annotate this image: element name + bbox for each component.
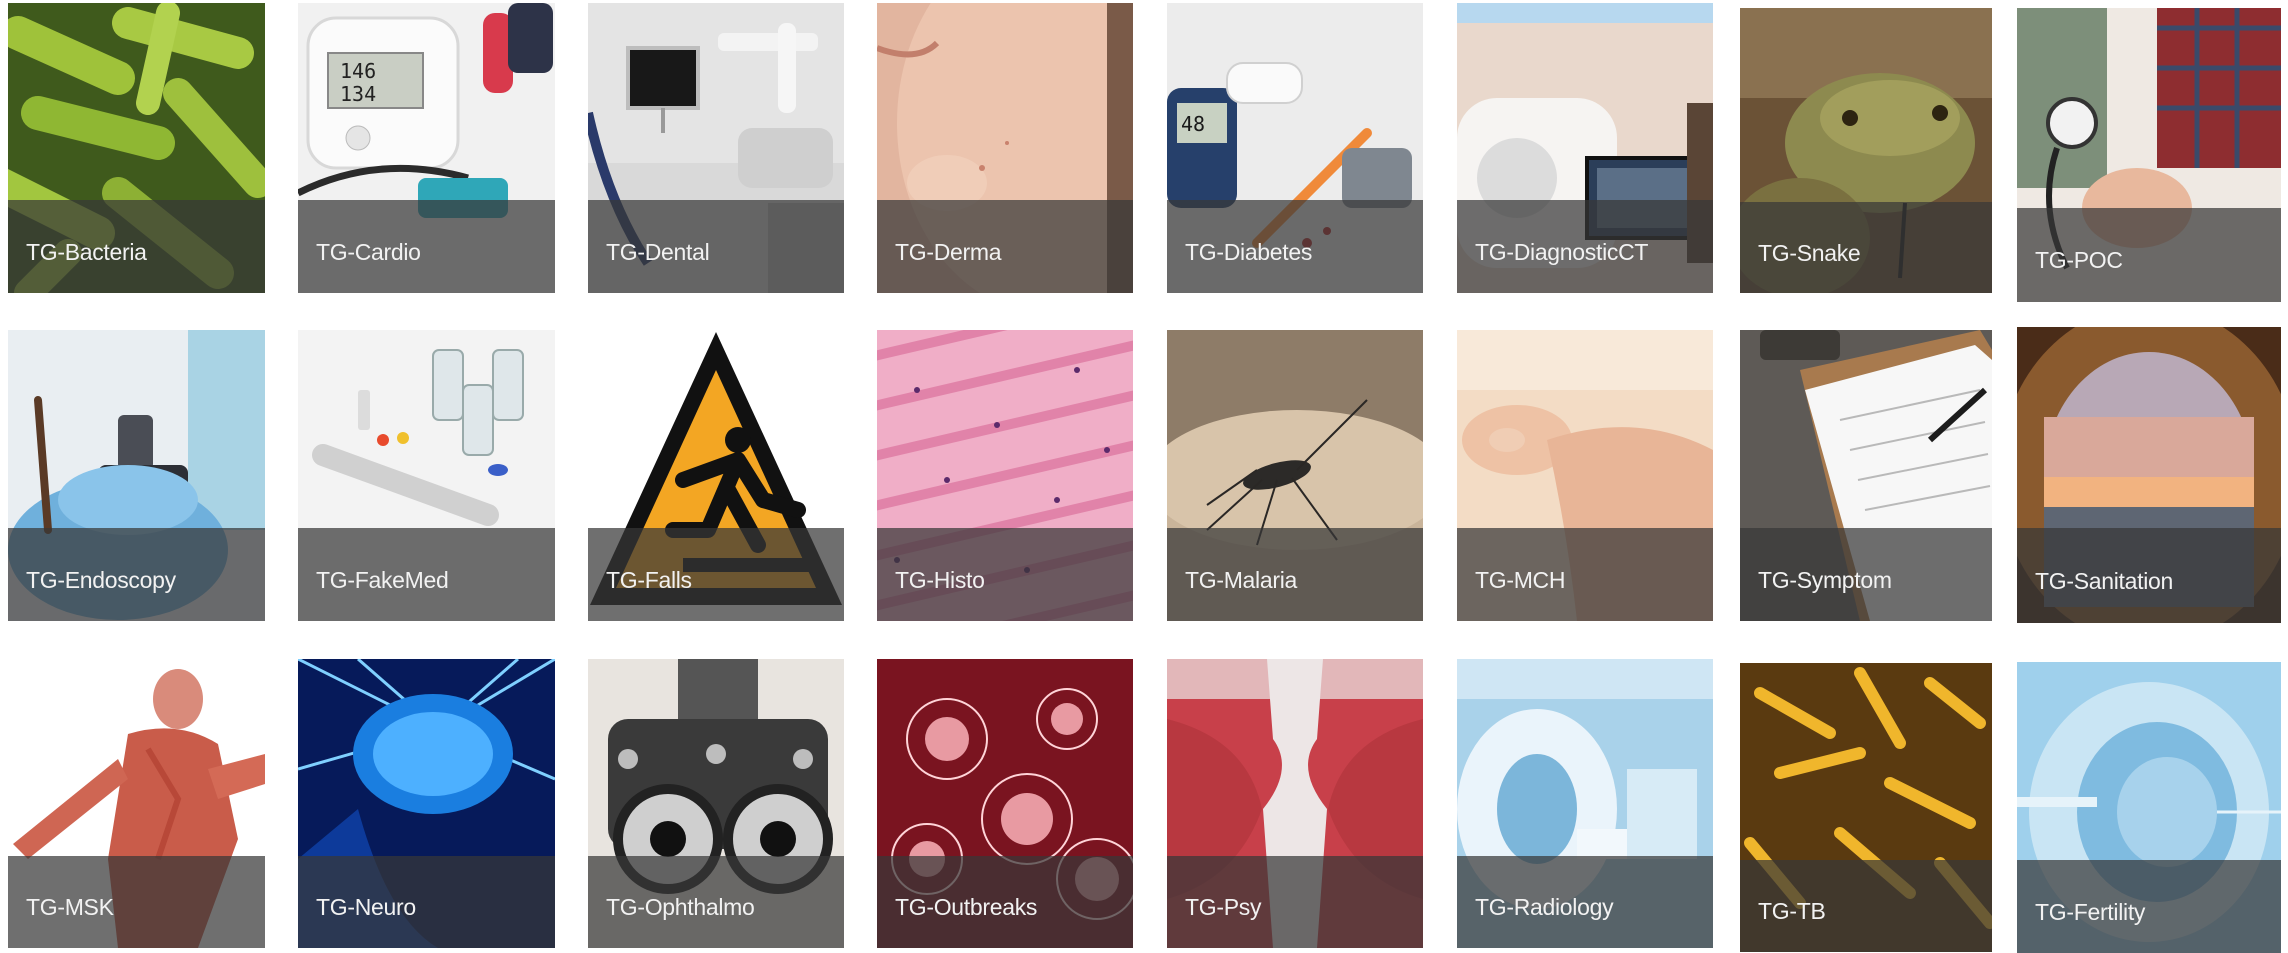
tile-tg-neuro[interactable]: TG-Neuro (298, 659, 555, 948)
tile-tg-falls[interactable]: TG-Falls (588, 330, 844, 621)
tile-tg-psy[interactable]: TG-Psy (1167, 659, 1423, 948)
tile-label: TG-Neuro (316, 894, 416, 921)
tile-label: TG-Cardio (316, 239, 421, 266)
tile-tg-mch[interactable]: TG-MCH (1457, 330, 1713, 621)
tile-label: TG-Bacteria (26, 239, 147, 266)
tile-label: TG-Outbreaks (895, 894, 1038, 921)
tile-label: TG-Dental (606, 239, 710, 266)
svg-text:146: 146 (340, 59, 376, 83)
tile-tg-snake[interactable]: TG-Snake (1740, 8, 1992, 293)
tile-tg-radiology[interactable]: TG-Radiology (1457, 659, 1713, 948)
tile-tg-derma[interactable]: TG-Derma (877, 3, 1133, 293)
tile-label: TG-Malaria (1185, 566, 1298, 593)
svg-text:134: 134 (340, 82, 376, 106)
tile-tg-dental[interactable]: TG-Dental (588, 3, 844, 293)
tile-tg-tb[interactable]: TG-TB (1740, 663, 1992, 952)
tile-tg-ophthalmo[interactable]: TG-Ophthalmo (588, 659, 844, 948)
tile-label: TG-POC (2035, 247, 2123, 274)
tile-tg-symptom[interactable]: TG-Symptom (1740, 330, 1992, 621)
tile-label: TG-Ophthalmo (606, 894, 755, 921)
tile-tg-malaria[interactable]: TG-Malaria (1167, 330, 1423, 621)
svg-text:48: 48 (1181, 112, 1205, 136)
tile-tg-fakemed[interactable]: TG-FakeMed (298, 330, 555, 621)
tile-label: TG-Snake (1758, 239, 1861, 266)
tile-tg-outbreaks[interactable]: TG-Outbreaks (877, 659, 1133, 948)
tile-tg-diagnosticct[interactable]: TG-DiagnosticCT (1457, 3, 1713, 293)
tile-label: TG-Sanitation (2035, 568, 2173, 595)
tile-tg-diabetes[interactable]: 48 TG-Diabetes (1167, 3, 1423, 293)
tile-label: TG-FakeMed (316, 566, 449, 593)
tile-label: TG-TB (1758, 898, 1826, 925)
tile-label: TG-Endoscopy (26, 566, 176, 593)
tile-tg-sanitation[interactable]: TG-Sanitation (2017, 327, 2281, 623)
tile-tg-cardio[interactable]: 146 134 TG-Cardio (298, 3, 555, 293)
tile-label: TG-Histo (895, 566, 985, 593)
tile-tg-fertility[interactable]: TG-Fertility (2017, 662, 2281, 953)
tile-label: TG-Radiology (1475, 894, 1614, 921)
tile-label: TG-MSK (26, 894, 114, 921)
tile-label: TG-Diabetes (1185, 239, 1313, 266)
tile-tg-endoscopy[interactable]: TG-Endoscopy (8, 330, 265, 621)
tile-label: TG-MCH (1475, 566, 1566, 593)
tile-label: TG-DiagnosticCT (1475, 239, 1649, 266)
tile-tg-bacteria[interactable]: TG-Bacteria (8, 3, 265, 293)
tile-tg-poc[interactable]: TG-POC (2017, 8, 2281, 302)
tile-tg-histo[interactable]: TG-Histo (877, 330, 1133, 621)
tile-label: TG-Derma (895, 239, 1002, 266)
tile-label: TG-Symptom (1758, 566, 1892, 593)
tile-label: TG-Fertility (2035, 898, 2146, 925)
tile-tg-msk[interactable]: TG-MSK (8, 659, 265, 948)
tile-label: TG-Falls (606, 566, 692, 593)
tile-label: TG-Psy (1185, 894, 1262, 921)
